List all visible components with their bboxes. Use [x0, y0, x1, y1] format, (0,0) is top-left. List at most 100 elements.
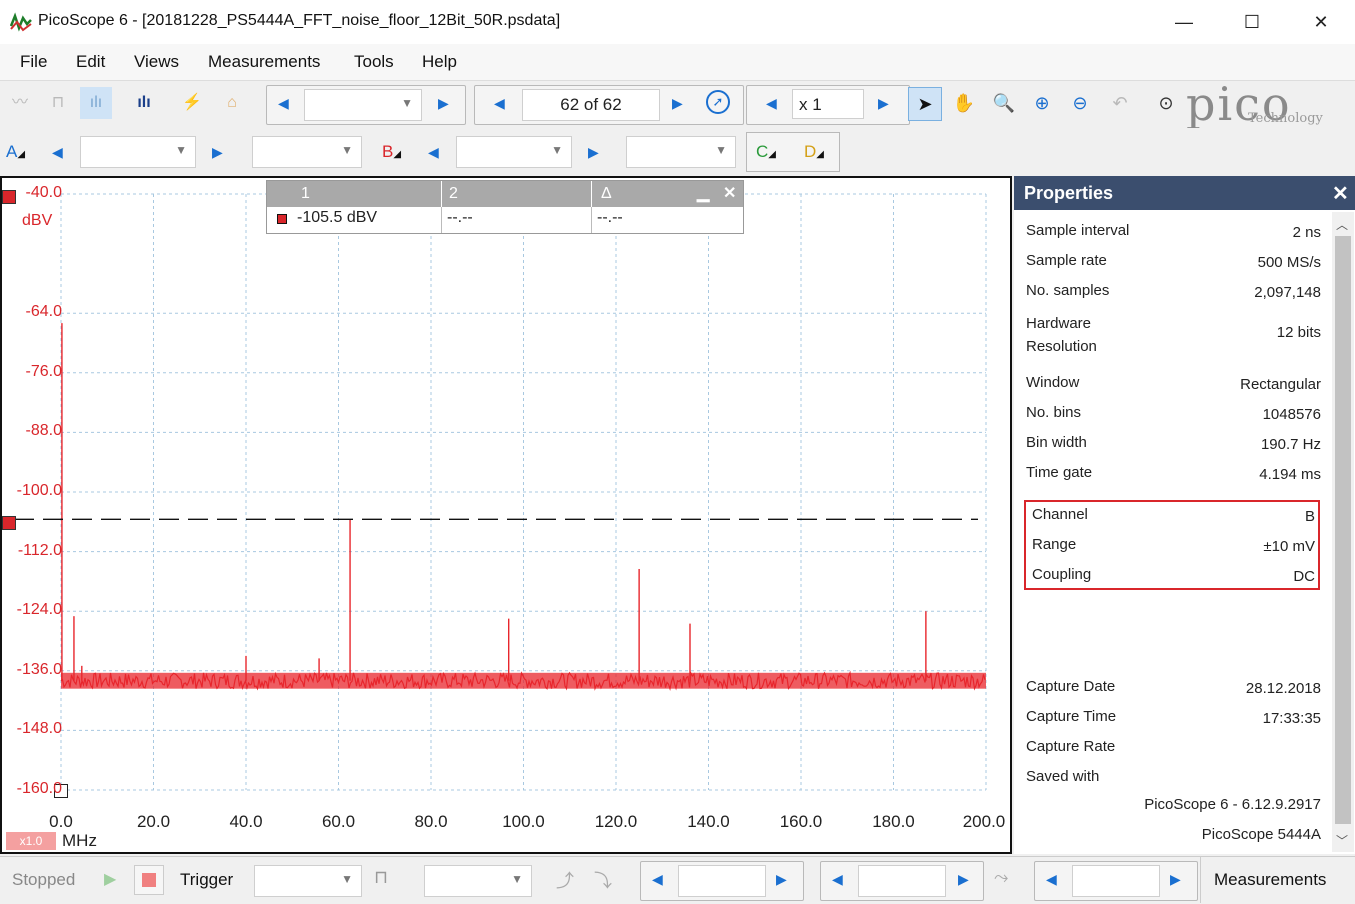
property-label: Capture Date — [1026, 678, 1116, 695]
channel-a-button[interactable]: A◢ — [6, 142, 25, 162]
col-divider — [591, 207, 592, 233]
close-properties-icon[interactable]: ✕ — [1332, 181, 1349, 206]
channel-b-coupling-select[interactable]: ▼ — [626, 136, 736, 168]
zoom-100-icon[interactable]: ⊙ — [1150, 87, 1182, 119]
property-label: No. samples — [1026, 282, 1110, 299]
trigger-level-next-icon[interactable]: ▶ — [776, 871, 787, 888]
close-legend-icon[interactable]: ✕ — [723, 183, 736, 203]
ruler-handle[interactable] — [2, 516, 16, 530]
channel-d-button[interactable]: D◢ — [804, 142, 824, 162]
menu-measurements[interactable]: Measurements — [208, 52, 320, 72]
buffer-prev-icon[interactable]: ◀ — [494, 95, 505, 112]
persistence-mode-icon[interactable]: ⊓ — [42, 87, 74, 119]
saved-with-device: PicoScope 5444A — [1201, 826, 1321, 843]
status-bar: Stopped ▶ Trigger ▼ ⊓ ▼ ⤴ ⤵ ◀ ▶ ◀ ▶ ⤳ ◀ … — [0, 856, 1355, 904]
post-trigger-next-icon[interactable]: ▶ — [1170, 871, 1181, 888]
pretrigger-next-icon[interactable]: ▶ — [958, 871, 969, 888]
scope-mode-icon[interactable]: 〰 — [4, 87, 36, 119]
ruler-col-delta: Δ — [601, 185, 612, 202]
property-label: Capture Rate — [1026, 738, 1116, 755]
property-label: Saved with — [1026, 768, 1100, 785]
properties-header: Properties ✕ — [1014, 176, 1355, 210]
measurements-panel-button[interactable]: Measurements — [1200, 857, 1355, 903]
zoom-next-icon[interactable]: ▶ — [878, 95, 889, 112]
trigger-delay-icon[interactable]: ⤳ — [994, 867, 1008, 888]
zoom-area-icon[interactable]: 🔍 — [988, 87, 1020, 119]
trigger-source-select[interactable]: ▼ — [424, 865, 532, 897]
zoom-out-icon[interactable]: ⊖ — [1064, 87, 1096, 119]
scroll-down-icon[interactable]: ﹀ — [1336, 832, 1348, 849]
trigger-type-icon[interactable]: ⊓ — [374, 867, 388, 888]
x-tick-label: 40.0 — [229, 812, 263, 831]
y-tick-label: -124.0 — [16, 601, 62, 619]
trigger-level-prev-icon[interactable]: ◀ — [652, 871, 663, 888]
top-axis-handle[interactable] — [2, 190, 16, 204]
spectrum-mode-icon[interactable]: ılı — [128, 87, 160, 119]
channel-b-range-prev-icon[interactable]: ◀ — [428, 144, 439, 161]
zoom-field[interactable]: x 1 — [792, 89, 864, 119]
pretrigger-field[interactable] — [858, 865, 946, 897]
stop-button[interactable] — [134, 865, 164, 895]
home-icon[interactable]: ⌂ — [216, 87, 248, 119]
menu-views[interactable]: Views — [134, 52, 179, 72]
channel-info-box — [1024, 500, 1320, 590]
trigger-level-field[interactable] — [678, 865, 766, 897]
y-tick-label: -136.0 — [16, 660, 62, 678]
buffer-navigator-icon[interactable]: ➚ — [706, 90, 730, 114]
channel-a-range-select[interactable]: ▼ — [80, 136, 196, 168]
spectrum-view-icon[interactable]: ılı — [80, 87, 112, 119]
select-pointer-icon[interactable]: ➤ — [908, 87, 942, 121]
spectrum-plot[interactable] — [2, 178, 1010, 852]
zoom-in-icon[interactable]: ⊕ — [1026, 87, 1058, 119]
spectrum-view[interactable]: dBV x1.0 MHz -40.0 -64.0 -76.0 -88.0 -100.0 -… — [0, 176, 1012, 854]
channel-c-button[interactable]: C◢ — [756, 142, 776, 162]
ruler-legend[interactable]: 1 2 Δ ▁ ✕ -105.5 dBV --.-- --.-- — [266, 180, 744, 234]
channel-b-range-next-icon[interactable]: ▶ — [588, 144, 599, 161]
post-trigger-prev-icon[interactable]: ◀ — [1046, 871, 1057, 888]
maximize-icon[interactable]: ☐ — [1218, 0, 1286, 44]
zoom-prev-icon[interactable]: ◀ — [766, 95, 777, 112]
pretrigger-prev-icon[interactable]: ◀ — [832, 871, 843, 888]
auto-setup-icon[interactable]: ⚡ — [176, 87, 208, 119]
timebase-prev-icon[interactable]: ◀ — [278, 95, 289, 112]
channel-c-label: C — [756, 142, 769, 161]
trigger-mode-select[interactable]: ▼ — [254, 865, 362, 897]
start-icon[interactable]: ▶ — [104, 869, 116, 889]
timebase-select[interactable]: ▼ — [304, 89, 422, 121]
falling-edge-icon[interactable]: ⤵ — [594, 867, 612, 893]
scroll-thumb[interactable] — [1335, 236, 1351, 824]
col-divider — [441, 181, 442, 207]
minimize-legend-icon[interactable]: ▁ — [697, 183, 709, 203]
ruler-col-1: 1 — [301, 185, 310, 202]
channel-a-range-prev-icon[interactable]: ◀ — [52, 144, 63, 161]
scroll-up-icon[interactable]: ︿ — [1336, 216, 1348, 233]
buffer-position-field[interactable]: 62 of 62 — [522, 89, 660, 121]
channel-b-range-select[interactable]: ▼ — [456, 136, 572, 168]
property-value: 500 MS/s — [1257, 254, 1321, 271]
properties-scrollbar[interactable]: ︿ ﹀ — [1332, 212, 1354, 852]
property-label: Hardware Resolution — [1026, 315, 1097, 355]
title-bar: PicoScope 6 - [20181228_PS5444A_FFT_nois… — [0, 0, 1355, 44]
col-divider — [591, 181, 592, 207]
ruler-legend-header: 1 2 Δ ▁ ✕ — [267, 181, 743, 207]
menu-file[interactable]: File — [20, 52, 47, 72]
channel-d-label: D — [804, 142, 817, 161]
x-tick-label: 80.0 — [414, 812, 448, 831]
menu-tools[interactable]: Tools — [354, 52, 394, 72]
channel-a-coupling-select[interactable]: ▼ — [252, 136, 362, 168]
channel-a-label: A — [6, 142, 18, 161]
undo-zoom-icon[interactable]: ↶ — [1104, 87, 1136, 119]
menu-help[interactable]: Help — [422, 52, 457, 72]
close-icon[interactable]: ✕ — [1287, 0, 1355, 44]
buffer-next-icon[interactable]: ▶ — [672, 95, 683, 112]
y-unit-label: dBV — [22, 212, 53, 229]
post-trigger-field[interactable] — [1072, 865, 1160, 897]
timebase-next-icon[interactable]: ▶ — [438, 95, 449, 112]
menu-edit[interactable]: Edit — [76, 52, 105, 72]
hand-tool-icon[interactable]: ✋ — [948, 87, 980, 119]
channel-a-range-next-icon[interactable]: ▶ — [212, 144, 223, 161]
channel-b-button[interactable]: B◢ — [382, 142, 401, 162]
property-label: Capture Time — [1026, 708, 1117, 725]
minimize-icon[interactable]: — — [1150, 0, 1218, 44]
rising-edge-icon[interactable]: ⤴ — [556, 867, 574, 893]
